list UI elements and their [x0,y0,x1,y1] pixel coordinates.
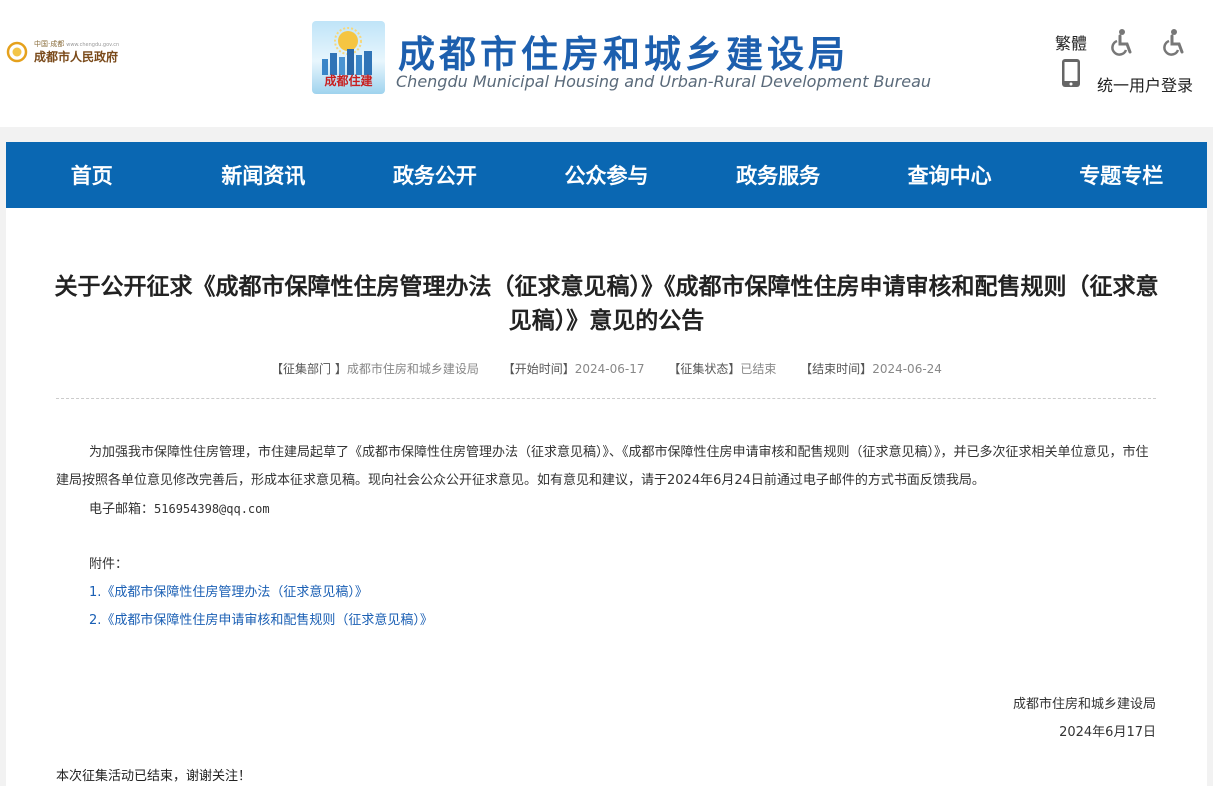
attachment-link-1[interactable]: 1.《成都市保障性住房管理办法（征求意见稿）》 [89,579,368,607]
unified-login-link[interactable]: 统一用户登录 [1097,72,1193,96]
gov-portal-url: www.chengdu.gov.cn [66,42,120,48]
meta-dept-value: 成都市住房和城乡建设局 [346,362,479,376]
signature-date: 2024年6月17日 [1059,725,1156,740]
nav-government-affairs[interactable]: 政务公开 [349,142,521,208]
email-value: 516954398@qq.com [154,502,270,516]
nav-query-center[interactable]: 查询中心 [864,142,1036,208]
meta-start-value: 2024-06-17 [574,362,645,376]
site-header: 中国·成都 www.chengdu.gov.cn 成都市人民政府 成都住建 成都市… [0,0,1213,127]
nav-public-participation[interactable]: 公众参与 [521,142,693,208]
sun-emblem-icon [6,41,28,63]
collection-ended-note: 本次征集活动已结束，谢谢关注！ [56,769,252,784]
gov-portal-name: 成都市人民政府 [34,50,119,64]
meta-status-label: 【征集状态】 [668,362,741,376]
meta-start-label: 【开始时间】 [502,362,575,376]
traditional-chinese-link[interactable]: 繁體 [1055,30,1087,54]
email-label: 电子邮箱： [89,502,155,517]
email-line: 电子邮箱：516954398@qq.com [89,495,270,524]
article-panel: 关于公开征求《成都市保障性住房管理办法（征求意见稿）》《成都市保障性住房申请审核… [6,208,1207,786]
bureau-logo-label: 成都住建 [324,74,373,88]
meta-divider [56,398,1156,399]
article-title: 关于公开征求《成都市保障性住房管理办法（征求意见稿）》《成都市保障性住房申请审核… [54,274,1159,334]
mobile-phone-icon[interactable] [1061,58,1081,88]
nav-special-topics[interactable]: 专题专栏 [1035,142,1207,208]
bureau-logo[interactable]: 成都住建 [312,21,385,94]
attachment-link-2[interactable]: 2.《成都市保障性住房申请审核和配售规则（征求意见稿）》 [89,607,433,635]
signature-org: 成都市住房和城乡建设局 [1012,697,1156,712]
nav-home[interactable]: 首页 [6,142,178,208]
gov-portal-link[interactable]: 中国·成都 www.chengdu.gov.cn 成都市人民政府 [6,41,119,63]
meta-end-value: 2024-06-24 [872,362,942,376]
meta-end-label: 【结束时间】 [800,362,873,376]
accessibility-icon[interactable] [1108,28,1136,56]
nav-news[interactable]: 新闻资讯 [178,142,350,208]
nav-government-services[interactable]: 政务服务 [692,142,864,208]
attachments-label: 附件： [89,557,129,572]
meta-status-value: 已结束 [740,362,777,376]
article-body: 为加强我市保障性住房管理，市住建局起草了《成都市保障性住房管理办法（征求意见稿）… [56,445,1149,488]
site-subtitle: Chengdu Municipal Housing and Urban-Rura… [396,72,932,91]
accessibility-mode-icon[interactable] [1160,28,1188,56]
site-title: 成都市住房和城乡建设局 [398,33,849,76]
article-meta: 【征集部门 】成都市住房和城乡建设局 【开始时间】2024-06-17 【征集状… [6,360,1207,377]
meta-dept-label: 【征集部门 】 [271,362,347,376]
gov-portal-line1: 中国·成都 www.chengdu.gov.cn [34,40,120,48]
main-nav: 首页 新闻资讯 政务公开 公众参与 政务服务 查询中心 专题专栏 [6,142,1207,208]
